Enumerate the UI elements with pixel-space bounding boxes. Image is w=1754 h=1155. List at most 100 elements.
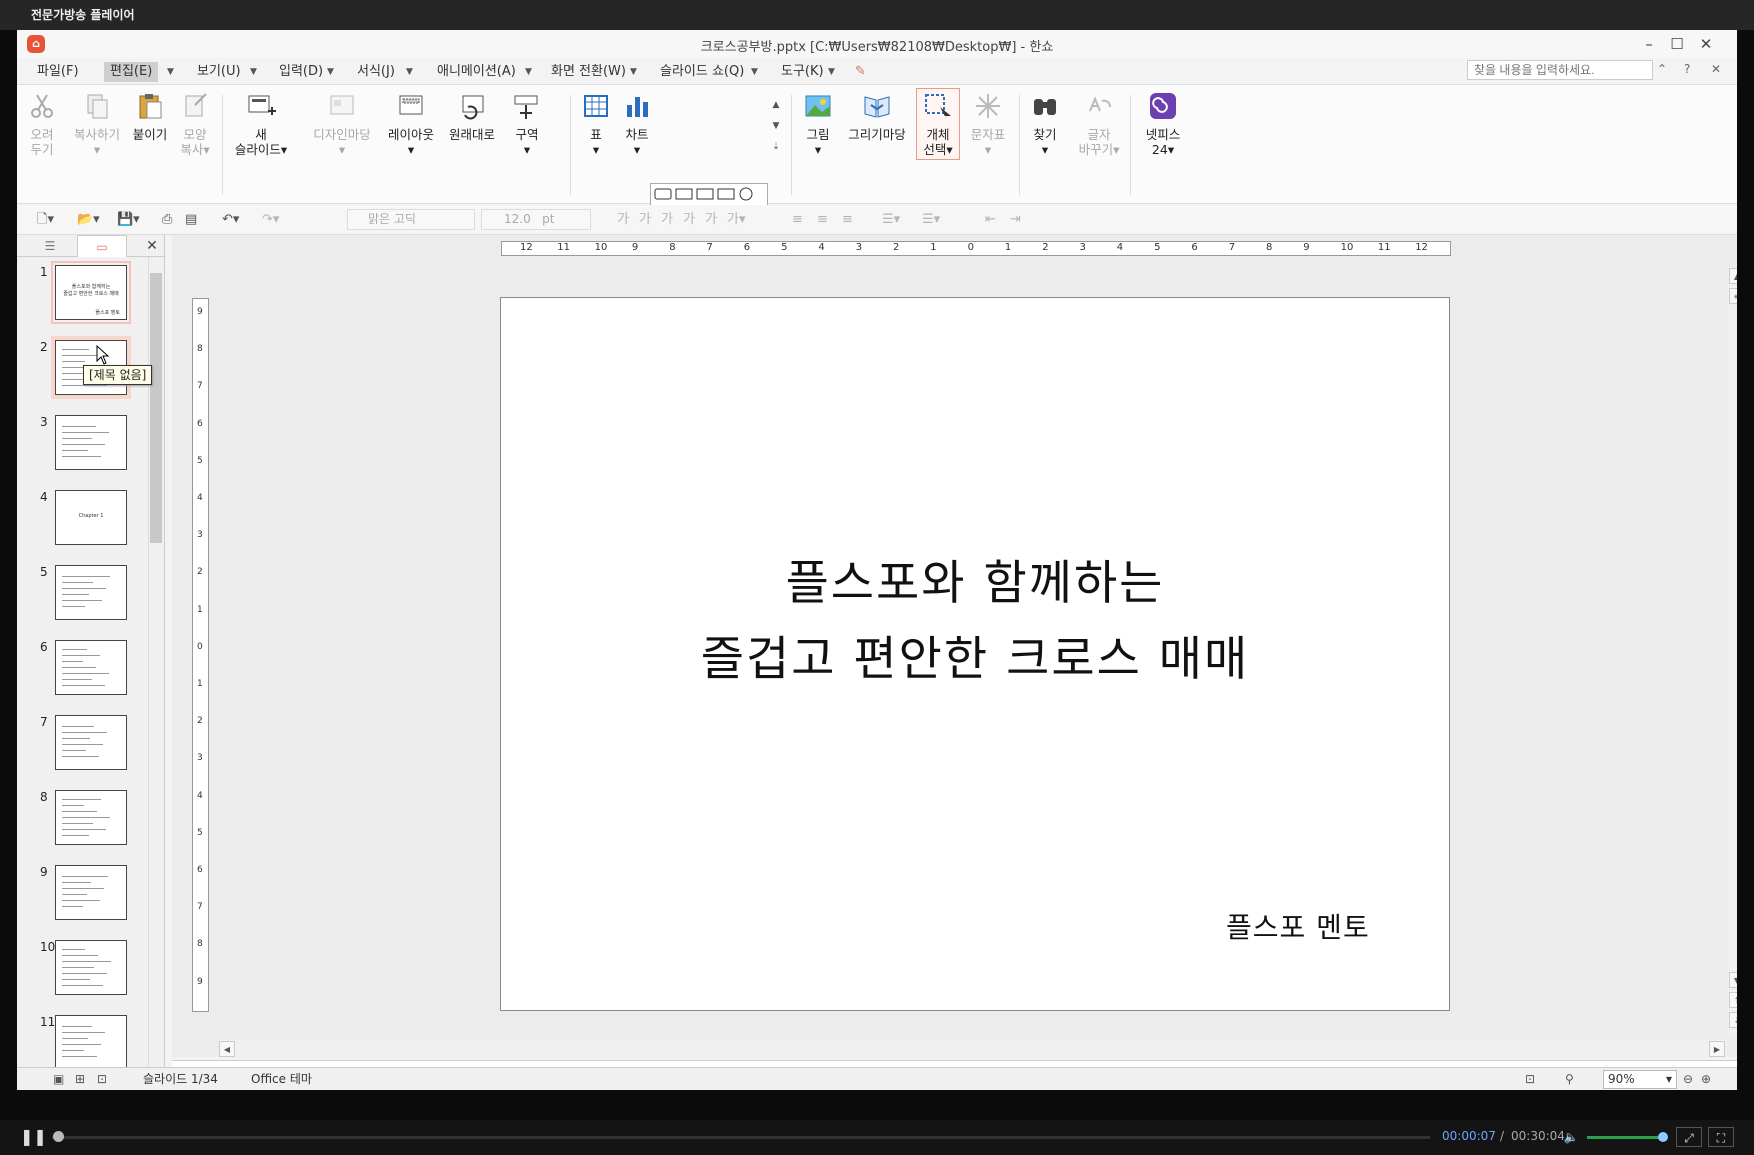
volume-thumb[interactable] [1658, 1132, 1668, 1142]
volume-slider[interactable] [1587, 1136, 1663, 1139]
indent-increase-icon[interactable]: ⇥ [1010, 210, 1021, 230]
minimize-button[interactable]: – [1637, 33, 1661, 55]
design-button[interactable]: 디자인마당 ▾ [307, 91, 377, 157]
ruler-tick-label: 9 [197, 976, 203, 987]
zoom-out-icon[interactable]: ⊖ [1683, 1068, 1693, 1090]
normal-view-icon[interactable]: ▣ [53, 1068, 64, 1090]
slide-thumbnail[interactable] [55, 715, 127, 770]
slide-thumbnail[interactable] [55, 1015, 127, 1070]
menu-view[interactable]: 보기(U) [191, 62, 247, 82]
new-doc-icon[interactable]: 🗋▾ [37, 210, 54, 230]
collapse-ribbon-icon[interactable]: ⌃ [1657, 62, 1667, 76]
slide-thumbnail[interactable] [55, 415, 127, 470]
number-list-icon[interactable]: ☰▾ [922, 210, 940, 230]
menu-transition[interactable]: 화면 전환(W) [545, 62, 632, 82]
slides-tab-icon[interactable]: ▭ [77, 235, 127, 257]
close-window-button[interactable]: ✕ [1694, 33, 1718, 55]
zoom-select[interactable]: 90% ▾ [1603, 1070, 1677, 1089]
slide-thumbnail[interactable] [55, 940, 127, 995]
help-icon[interactable]: ? [1684, 62, 1690, 76]
panel-scroll-thumb[interactable] [150, 273, 162, 543]
slide-thumbnail[interactable] [55, 565, 127, 620]
strikethrough-icon[interactable]: 가 [683, 210, 695, 230]
print-preview-icon[interactable]: ▤ [185, 210, 197, 230]
pause-icon[interactable]: ❚❚ [20, 1127, 47, 1147]
seek-bar[interactable] [52, 1136, 1430, 1139]
indent-decrease-icon[interactable]: ⇤ [985, 210, 996, 230]
replace-button[interactable]: 글자 바꾸기▾ [1073, 91, 1125, 157]
maximize-button[interactable]: ☐ [1665, 33, 1689, 55]
menu-slideshow[interactable]: 슬라이드 쇼(Q) [654, 62, 750, 82]
slide-thumbnail[interactable] [55, 865, 127, 920]
zoom-icon[interactable]: ⚲ [1565, 1068, 1574, 1090]
thumbnail-line [62, 594, 89, 595]
align-center-icon[interactable]: ≡ [817, 210, 828, 230]
menu-format[interactable]: 서식(J) [351, 62, 401, 82]
select-object-button[interactable]: 개체 선택▾ [916, 88, 960, 160]
cut-button[interactable]: 오려 두기 [25, 91, 59, 157]
time-separator: / [1500, 1129, 1505, 1143]
format-copy-button[interactable]: 모양 복사▾ [177, 91, 213, 157]
fit-window-icon[interactable]: ⊡ [1525, 1068, 1535, 1090]
slide-canvas[interactable]: 플스포와 함께하는 즐겁고 편안한 크로스 매매 플스포 멘토 [500, 297, 1450, 1011]
drawing-button[interactable]: 그리기마당 [842, 91, 912, 142]
bold-icon[interactable]: 가 [617, 210, 629, 230]
layout-button[interactable]: 레이아웃 ▾ [382, 91, 440, 157]
char-table-button[interactable]: 문자표 ▾ [967, 91, 1009, 157]
slide-subtitle[interactable]: 플스포 멘토 [1226, 906, 1370, 946]
horizontal-scrollbar[interactable]: ◀ ▶ [219, 1040, 1727, 1058]
slide-thumbnail[interactable] [55, 640, 127, 695]
slide-title[interactable]: 플스포와 함께하는 즐겁고 편안한 크로스 매매 [501, 546, 1449, 698]
menu-file[interactable]: 파일(F) [31, 62, 85, 82]
panel-close-icon[interactable]: ✕ [142, 235, 162, 257]
menu-search-input[interactable] [1467, 60, 1653, 80]
thumbnail-line [62, 1050, 84, 1051]
menu-edit[interactable]: 편집(E) [104, 62, 159, 82]
close-doc-icon[interactable]: ✕ [1711, 62, 1721, 76]
new-slide-button[interactable]: 새 슬라이드▾ [232, 91, 290, 157]
align-right-icon[interactable]: ≡ [842, 210, 853, 230]
menu-animation[interactable]: 애니메이션(A) [431, 62, 522, 82]
find-button[interactable]: 찾기 ▾ [1029, 91, 1061, 157]
bullet-list-icon[interactable]: ☰▾ [882, 210, 900, 230]
char-color-icon[interactable]: 가 [705, 210, 717, 230]
slide-thumbnail[interactable]: Chapter 1 [55, 490, 127, 545]
zoom-in-icon[interactable]: ⊕ [1701, 1068, 1711, 1090]
slide-thumbnail[interactable]: 플스포와 함께하는 즐겁고 편안한 크로스 매매 플스포 멘토 [51, 261, 131, 324]
menu-insert[interactable]: 입력(D) [273, 62, 329, 82]
copy-button[interactable]: 복사하기 ▾ [67, 91, 127, 157]
pin-icon[interactable]: ✎ [849, 62, 872, 82]
thumbnail-line [62, 1032, 105, 1033]
volume-icon[interactable]: 🔈 [1562, 1127, 1580, 1147]
font-size-select[interactable]: 12.0 pt [481, 209, 591, 230]
table-button[interactable]: 표 ▾ [581, 91, 611, 157]
chart-button[interactable]: 차트 ▾ [622, 91, 652, 157]
window-size-icon[interactable]: ⤢ [1676, 1127, 1702, 1147]
sorter-view-icon[interactable]: ⊞ [75, 1068, 85, 1090]
ruler-tick-label: 8 [669, 242, 676, 253]
align-left-icon[interactable]: ≡ [792, 210, 803, 230]
netpics-button[interactable]: 넷피스 24▾ [1140, 91, 1186, 157]
seek-thumb[interactable] [52, 1131, 64, 1142]
shapes-scroll[interactable]: ▲ ▼ ⇣ [769, 95, 783, 158]
section-button[interactable]: 구역 ▾ [509, 91, 545, 157]
reset-button[interactable]: 원래대로 [443, 91, 501, 142]
italic-icon[interactable]: 가 [639, 210, 651, 230]
slide-thumbnail[interactable] [55, 790, 127, 845]
time-current: 00:00:07 [1442, 1129, 1496, 1143]
redo-icon[interactable]: ↷▾ [262, 210, 279, 230]
slideshow-view-icon[interactable]: ⊡ [97, 1068, 107, 1090]
open-folder-icon[interactable]: 📂▾ [77, 210, 100, 230]
picture-button[interactable]: 그림 ▾ [801, 91, 835, 157]
highlight-icon[interactable]: 가▾ [727, 210, 746, 230]
font-name-select[interactable]: 맑은 고딕 [347, 209, 475, 230]
menu-tools[interactable]: 도구(K) [775, 62, 830, 82]
print-icon[interactable]: ⎙ [162, 210, 172, 230]
paste-button[interactable]: 붙이기 [130, 91, 170, 142]
vertical-scrollbar[interactable]: ▲ ≡ ▼ ⇡ ⇣ [1728, 266, 1737, 1036]
underline-icon[interactable]: 가 [661, 210, 673, 230]
undo-icon[interactable]: ↶▾ [222, 210, 239, 230]
outline-tab-icon[interactable]: ☰ [25, 235, 75, 257]
save-icon[interactable]: 💾▾ [117, 210, 140, 230]
fullscreen-icon[interactable]: ⛶ [1708, 1127, 1734, 1147]
